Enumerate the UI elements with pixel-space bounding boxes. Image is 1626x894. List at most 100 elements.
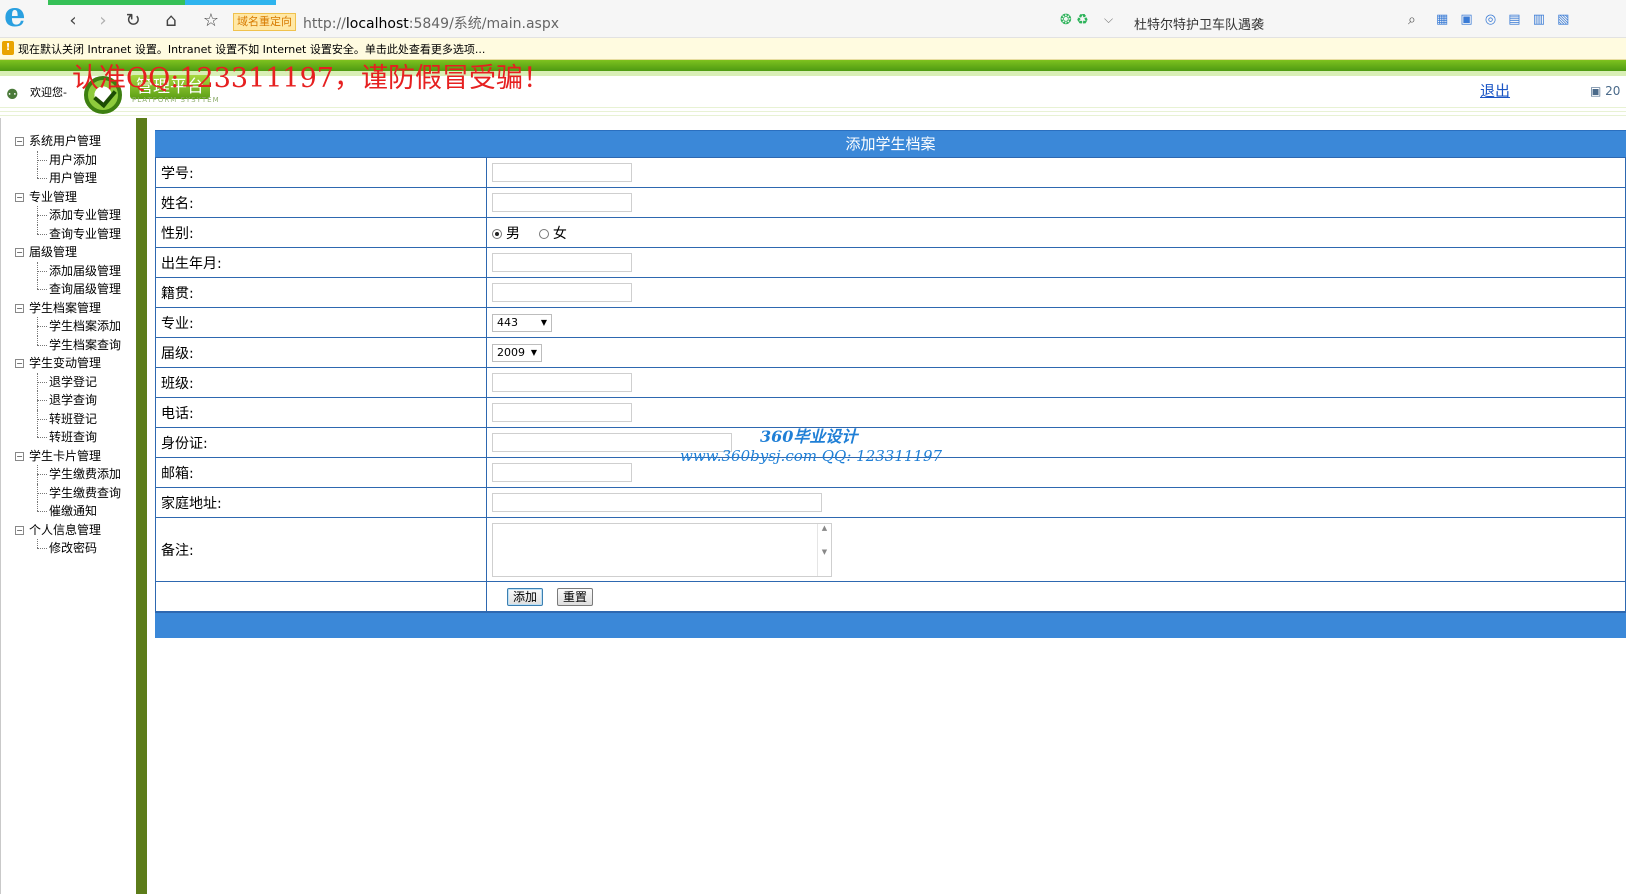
row-student-id: 学号: xyxy=(155,157,1626,188)
nav-item-fee-query[interactable]: 学生缴费查询 xyxy=(15,483,121,503)
url-path: :5849/系统/main.aspx xyxy=(408,16,559,32)
nav-item-user-add[interactable]: 用户添加 xyxy=(15,150,121,170)
info-bar-text[interactable]: 现在默认关闭 Intranet 设置。Intranet 设置不如 Interne… xyxy=(18,41,485,57)
nav-group-head[interactable]: − 个人信息管理 xyxy=(15,521,121,540)
chevron-down-icon: ▼ xyxy=(530,347,537,357)
address-input[interactable] xyxy=(492,493,822,512)
chevron-down-icon[interactable]: ⌵ xyxy=(1104,12,1113,27)
cell-class xyxy=(486,367,1626,398)
gender-female-label[interactable]: 女 xyxy=(553,226,567,242)
nav-group-head[interactable]: − 学生变动管理 xyxy=(15,354,121,373)
collapse-icon[interactable]: − xyxy=(15,192,24,202)
nav-group-major: − 专业管理 添加专业管理 查询专业管理 xyxy=(15,188,121,244)
chevron-down-icon: ▼ xyxy=(540,317,547,327)
security-info-bar[interactable]: ! 现在默认关闭 Intranet 设置。Intranet 设置不如 Inter… xyxy=(0,38,1626,60)
news-ticker[interactable]: 杜特尔特护卫车队遇袭 xyxy=(1134,14,1264,33)
textarea-scrollbar[interactable]: ▲ ▼ xyxy=(817,523,831,576)
security-icons[interactable]: ❂ ♻ xyxy=(1060,12,1089,28)
nav-item-withdraw-query[interactable]: 退学查询 xyxy=(15,391,121,410)
nav-item-grade-add[interactable]: 添加届级管理 xyxy=(15,261,121,281)
nav-item-grade-query[interactable]: 查询届级管理 xyxy=(15,280,121,299)
nav-item-major-query[interactable]: 查询专业管理 xyxy=(15,224,121,244)
student-id-input[interactable] xyxy=(492,163,632,182)
collapse-icon[interactable]: − xyxy=(15,248,24,257)
nav-item-archive-query[interactable]: 学生档案查询 xyxy=(15,335,121,355)
header-right-text: 20 xyxy=(1605,84,1621,98)
collapse-icon[interactable]: − xyxy=(15,359,24,368)
redirect-badge[interactable]: 域名重定向 xyxy=(233,13,296,31)
nav-group-grade: − 届级管理 添加届级管理 查询届级管理 xyxy=(15,243,121,299)
cell-name xyxy=(486,187,1626,218)
header-lines xyxy=(0,104,1626,118)
row-birth: 出生年月: xyxy=(155,247,1626,278)
nav-item-fee-add[interactable]: 学生缴费添加 xyxy=(15,465,121,484)
row-class: 班级: xyxy=(155,367,1626,398)
nav-group-head[interactable]: − 届级管理 xyxy=(15,243,121,262)
major-select[interactable]: 443 ▼ xyxy=(492,313,552,332)
sidebar-divider[interactable] xyxy=(136,118,147,894)
email-input[interactable] xyxy=(492,463,632,482)
nav-group-label: 专业管理 xyxy=(29,189,78,204)
url-host: localhost xyxy=(345,16,409,32)
nav-group-head[interactable]: − 专业管理 xyxy=(15,188,121,207)
nav-item-transfer-register[interactable]: 转班登记 xyxy=(15,409,121,429)
gender-male-label[interactable]: 男 xyxy=(506,226,520,242)
toolbar-extension-icons[interactable]: ▦ ▣ ◎ ▤ ▥ ▧ xyxy=(1436,12,1573,27)
class-input[interactable] xyxy=(492,373,632,392)
page-load-progress xyxy=(48,0,276,5)
label-email: 邮箱: xyxy=(155,457,487,488)
name-input[interactable] xyxy=(492,193,632,212)
nav-item-user-manage[interactable]: 用户管理 xyxy=(15,169,121,188)
nav-item-transfer-query[interactable]: 转班查询 xyxy=(15,428,121,447)
reset-button[interactable]: 重置 xyxy=(557,587,594,606)
birth-input[interactable] xyxy=(492,253,632,272)
cell-address xyxy=(486,487,1626,518)
nav-item-archive-add[interactable]: 学生档案添加 xyxy=(15,317,121,336)
row-grade: 届级: 2009 ▼ xyxy=(155,337,1626,368)
gender-female-radio[interactable] xyxy=(538,228,549,239)
collapse-icon[interactable]: − xyxy=(15,451,24,461)
cell-student-id xyxy=(486,157,1626,188)
label-phone: 电话: xyxy=(155,397,487,428)
add-button[interactable]: 添加 xyxy=(507,587,544,606)
address-bar[interactable]: http://localhost:5849/系统/main.aspx xyxy=(303,13,559,33)
nav-group-label: 系统用户管理 xyxy=(29,134,102,148)
nav-group-head[interactable]: − 系统用户管理 xyxy=(15,132,121,151)
logout-link[interactable]: 退出 xyxy=(1480,80,1510,101)
nav-group-label: 学生卡片管理 xyxy=(29,448,102,463)
row-major: 专业: 443 ▼ xyxy=(155,307,1626,338)
row-actions: 添加 重置 xyxy=(155,581,1626,612)
grade-select[interactable]: 2009 ▼ xyxy=(492,343,542,362)
nav-group-head[interactable]: − 学生卡片管理 xyxy=(15,447,121,466)
label-remark: 备注: xyxy=(155,517,487,582)
refresh-icon[interactable]: ↻ xyxy=(122,10,144,32)
watermark-contact: www.360bysj.com QQ: 123311197 xyxy=(680,447,943,465)
collapse-icon[interactable]: − xyxy=(15,303,24,313)
collapse-icon[interactable]: − xyxy=(15,525,24,535)
nav-group-student-change: − 学生变动管理 退学登记 退学查询 转班登记 转班查询 xyxy=(15,354,121,447)
gender-male-radio[interactable] xyxy=(492,228,502,239)
cell-phone xyxy=(486,397,1626,428)
back-icon[interactable]: ‹ xyxy=(62,10,84,32)
search-icon[interactable]: ⌕ xyxy=(1408,12,1416,28)
favorite-star-icon[interactable]: ☆ xyxy=(200,10,222,32)
form-footer xyxy=(155,612,1626,638)
nav-item-fee-reminder[interactable]: 催缴通知 xyxy=(15,502,121,521)
nav-item-change-password[interactable]: 修改密码 xyxy=(15,539,121,558)
forward-icon[interactable]: › xyxy=(92,10,114,32)
header-right-info: ▣ 20 xyxy=(1590,84,1621,98)
row-phone: 电话: xyxy=(155,397,1626,428)
phone-input[interactable] xyxy=(492,403,632,422)
label-id-card: 身份证: xyxy=(155,427,487,458)
nav-group-label: 个人信息管理 xyxy=(29,522,102,537)
native-place-input[interactable] xyxy=(492,283,632,302)
nav-item-major-add[interactable]: 添加专业管理 xyxy=(15,206,121,225)
app-header: ⚉ 欢迎您- 管理平台 PLATFORM SYSYTEM 认准QQ:123311… xyxy=(0,60,1626,118)
home-icon[interactable]: ⌂ xyxy=(160,10,182,32)
row-address: 家庭地址: xyxy=(155,487,1626,518)
collapse-icon[interactable]: − xyxy=(15,137,24,146)
cell-email xyxy=(486,457,1626,488)
nav-item-withdraw-register[interactable]: 退学登记 xyxy=(15,372,121,392)
nav-group-head[interactable]: − 学生档案管理 xyxy=(15,299,121,318)
remark-textarea[interactable]: ▲ ▼ xyxy=(492,522,832,577)
